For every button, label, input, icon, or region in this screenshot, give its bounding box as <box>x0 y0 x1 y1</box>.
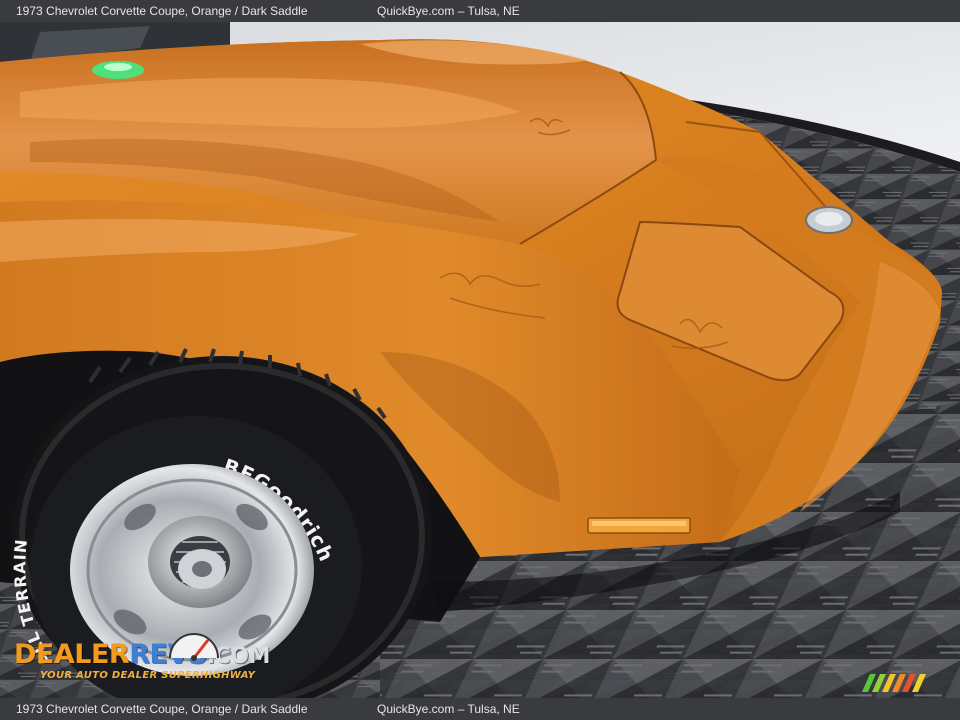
stripes-logo-icon <box>862 674 926 692</box>
dealer-tagline: YOUR AUTO DEALER SUPERHIGHWAY <box>40 670 256 681</box>
caption-bar-bottom: 1973 Chevrolet Corvette Coupe, Orange / … <box>0 698 960 720</box>
caption-site-bottom: QuickBye.com – Tulsa, NE <box>377 702 520 716</box>
vehicle-photo: BFGoodrich ALL TERRAIN <box>0 22 960 698</box>
caption-title: 1973 Chevrolet Corvette Coupe, Orange / … <box>16 4 308 18</box>
speedometer-icon <box>169 633 219 661</box>
vehicle-photo-drawing: BFGoodrich ALL TERRAIN <box>0 22 960 698</box>
dealer-logo: DEALERREVS.COM <box>14 640 270 672</box>
dealer-logo-part1: DEALER <box>14 639 130 670</box>
dealer-watermark: DEALERREVS.COM YOUR AUTO DEALER SUPERHIG… <box>14 633 270 681</box>
caption-site: QuickBye.com – Tulsa, NE <box>377 4 520 18</box>
caption-bar-top: 1973 Chevrolet Corvette Coupe, Orange / … <box>0 0 960 22</box>
caption-title-bottom: 1973 Chevrolet Corvette Coupe, Orange / … <box>16 702 308 716</box>
